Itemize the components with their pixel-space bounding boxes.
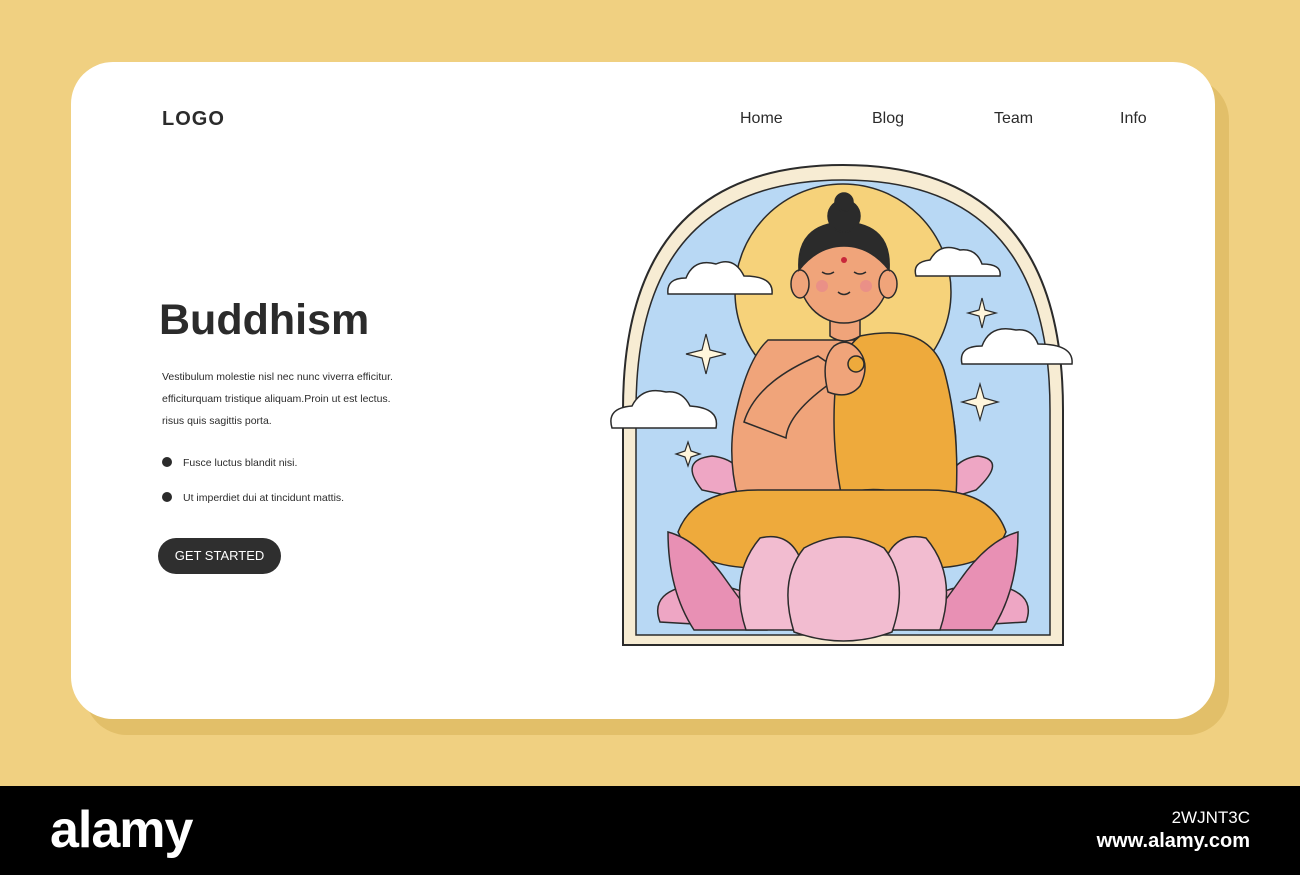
hero-paragraph: Vestibulum molestie nisl nec nunc viverr… (162, 366, 422, 432)
watermark-site: www.alamy.com (1096, 830, 1250, 852)
watermark-brand: alamy (50, 801, 193, 859)
paragraph-line: efficiturquam tristique aliquam.Proin ut… (162, 393, 391, 405)
bullet-text: Fusce luctus blandit nisi. (183, 457, 298, 469)
image-code: 2WJNT3C (1171, 808, 1250, 827)
logo[interactable]: LOGO (162, 108, 225, 131)
nav-info[interactable]: Info (1120, 110, 1147, 128)
buddha-illustration (610, 163, 1073, 646)
nav-team[interactable]: Team (994, 110, 1033, 128)
get-started-button[interactable]: GET STARTED (158, 538, 281, 574)
nav-home[interactable]: Home (740, 110, 783, 128)
mudra-hand (824, 341, 866, 396)
paragraph-line: risus quis sagittis porta. (162, 415, 272, 427)
bullet-dot-icon (162, 457, 172, 467)
stock-footer: alamy 2WJNT3C www.alamy.com (0, 786, 1300, 875)
bullet-item: Fusce luctus blandit nisi. (162, 457, 297, 469)
bullet-dot-icon (162, 492, 172, 502)
paragraph-line: Vestibulum molestie nisl nec nunc viverr… (162, 371, 393, 383)
bullet-text: Ut imperdiet dui at tincidunt mattis. (183, 492, 345, 504)
nav-blog[interactable]: Blog (872, 110, 904, 128)
lotus-petal (787, 536, 901, 642)
bullet-item: Ut imperdiet dui at tincidunt mattis. (162, 492, 344, 504)
page-title: Buddhism (159, 296, 370, 344)
